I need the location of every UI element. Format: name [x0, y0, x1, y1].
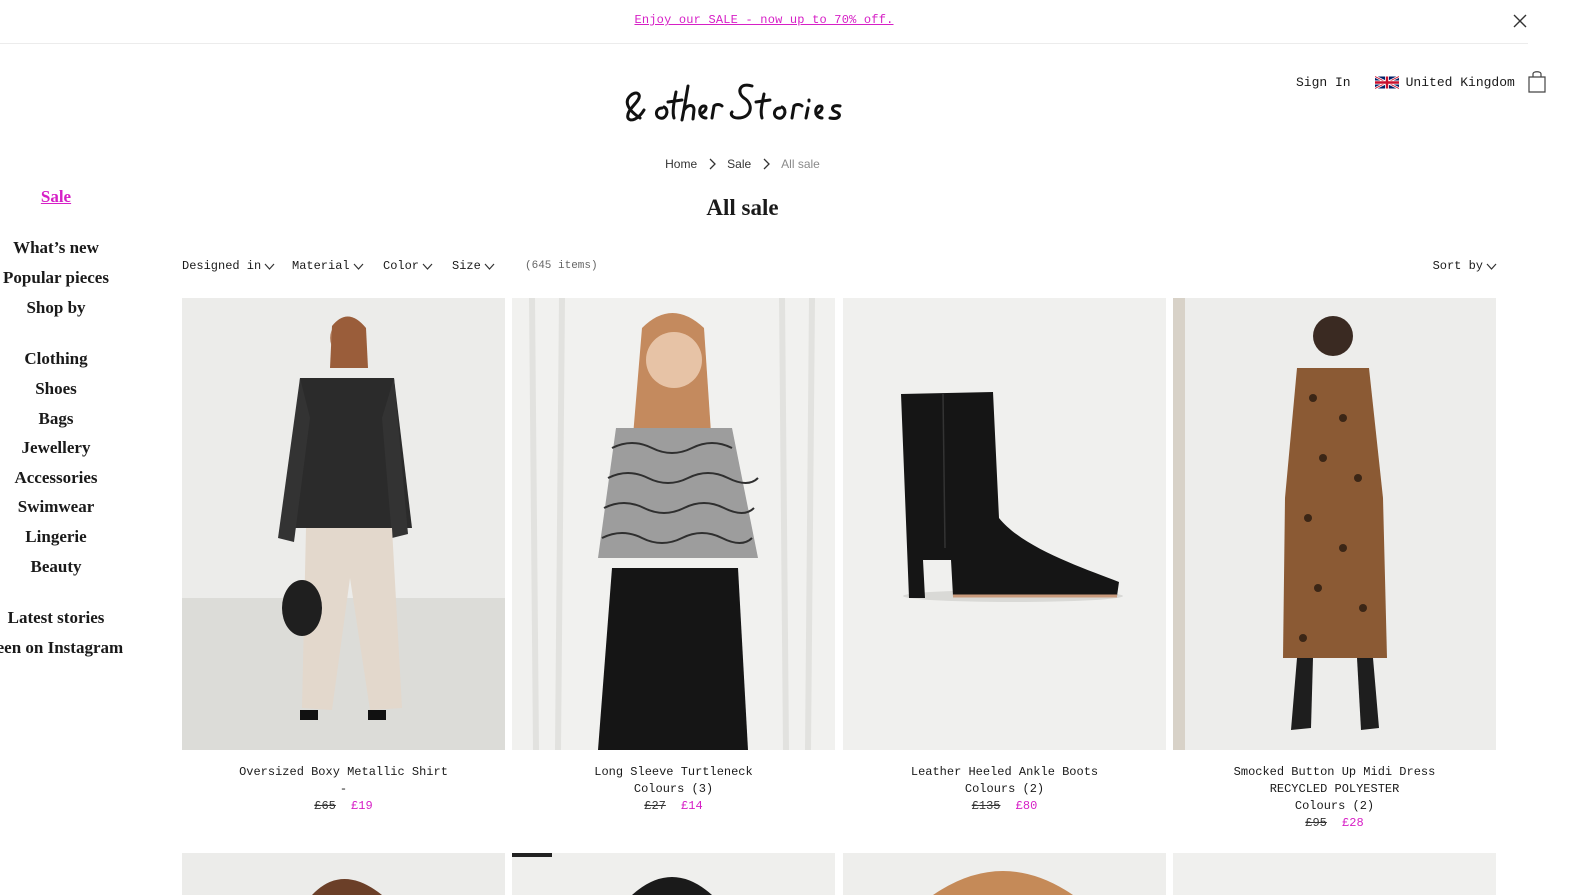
sidebar-item-popular-pieces[interactable]: Popular pieces	[0, 268, 112, 288]
product-price: £27 £14	[512, 798, 835, 815]
product-detail: -	[339, 782, 348, 796]
sidebar-item-lingerie[interactable]: Lingerie	[0, 527, 112, 547]
product-info: Leather Heeled Ankle Boots Colours (2) £…	[843, 764, 1166, 815]
sidebar-item-latest-stories[interactable]: Latest stories	[0, 608, 112, 628]
chevron-down-icon	[353, 263, 364, 270]
product-image[interactable]	[182, 853, 505, 895]
product-image[interactable]	[182, 298, 505, 750]
sidebar-item-swimwear[interactable]: Swimwear	[0, 497, 112, 517]
chevron-down-icon	[422, 263, 433, 270]
filter-designed-in-label: Designed in	[182, 259, 262, 273]
country-selector[interactable]: United Kingdom	[1374, 74, 1515, 90]
product-name[interactable]: Oversized Boxy Metallic Shirt	[182, 764, 505, 781]
product-image[interactable]	[512, 298, 835, 750]
sidebar-item-accessories[interactable]: Accessories	[0, 468, 112, 488]
filter-color[interactable]: Color	[383, 259, 433, 273]
country-label: United Kingdom	[1405, 74, 1515, 90]
promo-link[interactable]: Enjoy our SALE - now up to 70% off.	[634, 13, 893, 27]
product-image[interactable]	[843, 298, 1166, 750]
product-info: Oversized Boxy Metallic Shirt - £65 £19	[182, 764, 505, 815]
sidebar-item-clothing[interactable]: Clothing	[0, 349, 112, 369]
uk-flag-icon	[1374, 74, 1399, 90]
price-original: £95	[1305, 816, 1327, 830]
chevron-down-icon	[484, 263, 495, 270]
sidebar-item-sale[interactable]: Sale	[0, 187, 112, 207]
item-count: (645 items)	[525, 260, 598, 272]
filter-size-label: Size	[452, 259, 481, 273]
price-original: £65	[314, 799, 336, 813]
chevron-down-icon	[264, 263, 275, 270]
product-image[interactable]	[1173, 853, 1496, 895]
sidebar-item-shoes[interactable]: Shoes	[0, 379, 112, 399]
product-price: £95 £28	[1173, 815, 1496, 832]
sign-in-link[interactable]: Sign In	[1296, 75, 1351, 90]
product-card[interactable]: Oversized Boxy Metallic Shirt - £65 £19	[182, 298, 505, 815]
chevron-right-icon	[709, 158, 717, 170]
product-image[interactable]	[843, 853, 1166, 895]
filter-color-label: Color	[383, 259, 420, 273]
chevron-down-icon	[1486, 263, 1497, 270]
product-name[interactable]: Leather Heeled Ankle Boots	[843, 764, 1166, 781]
price-original: £135	[971, 799, 1001, 813]
product-price: £65 £19	[182, 798, 505, 815]
sidebar-item-instagram[interactable]: seen on Instagram	[0, 638, 142, 658]
header-utilities: Sign In United Kingdom	[1296, 70, 1547, 94]
filter-bar: Designed in Material Color Size (645 ite…	[182, 259, 1497, 277]
breadcrumb-home[interactable]: Home	[665, 157, 697, 171]
shopping-bag-icon[interactable]	[1527, 70, 1547, 94]
product-name[interactable]: Long Sleeve Turtleneck	[512, 764, 835, 781]
price-sale: £80	[1015, 799, 1038, 813]
sort-label: Sort by	[1432, 259, 1483, 273]
product-detail: RECYCLED POLYESTER	[1269, 782, 1400, 796]
brand-logo[interactable]	[618, 74, 870, 130]
filter-size[interactable]: Size	[452, 259, 495, 273]
product-detail: Colours (3)	[633, 782, 714, 796]
close-icon[interactable]	[1512, 13, 1528, 29]
breadcrumb: Home Sale All sale	[0, 157, 1485, 171]
price-original: £27	[644, 799, 666, 813]
filter-material[interactable]: Material	[292, 259, 364, 273]
product-card[interactable]: Leather Heeled Ankle Boots Colours (2) £…	[843, 298, 1166, 815]
product-detail: Colours (2)	[964, 782, 1045, 796]
filter-designed-in[interactable]: Designed in	[182, 259, 275, 273]
filter-material-label: Material	[292, 259, 350, 273]
product-detail-secondary: Colours (2)	[1294, 799, 1375, 813]
sidebar-item-jewellery[interactable]: Jewellery	[0, 438, 112, 458]
price-sale: £28	[1342, 816, 1364, 830]
page-title: All sale	[706, 195, 779, 220]
sidebar-item-beauty[interactable]: Beauty	[0, 557, 112, 577]
product-image[interactable]	[1173, 298, 1496, 750]
product-price: £135 £80	[843, 798, 1166, 815]
breadcrumb-sale[interactable]: Sale	[727, 157, 751, 171]
sort-dropdown[interactable]: Sort by	[1433, 259, 1497, 273]
product-info: Smocked Button Up Midi Dress RECYCLED PO…	[1173, 764, 1496, 832]
sidebar-item-shop-by[interactable]: Shop by	[0, 298, 112, 318]
chevron-right-icon	[763, 158, 771, 170]
product-name[interactable]: Smocked Button Up Midi Dress	[1173, 764, 1496, 781]
product-card[interactable]: Smocked Button Up Midi Dress RECYCLED PO…	[1173, 298, 1496, 832]
price-sale: £14	[681, 799, 703, 813]
product-info: Long Sleeve Turtleneck Colours (3) £27 £…	[512, 764, 835, 815]
price-sale: £19	[351, 799, 373, 813]
product-image[interactable]	[512, 853, 835, 895]
breadcrumb-current: All sale	[781, 157, 820, 171]
promo-banner: Enjoy our SALE - now up to 70% off.	[0, 0, 1528, 44]
promo-link-wrap: Enjoy our SALE - now up to 70% off.	[0, 13, 1528, 27]
product-card[interactable]: Long Sleeve Turtleneck Colours (3) £27 £…	[512, 298, 835, 815]
sidebar-item-whats-new[interactable]: What’s new	[0, 238, 112, 258]
sidebar-item-bags[interactable]: Bags	[0, 409, 112, 429]
